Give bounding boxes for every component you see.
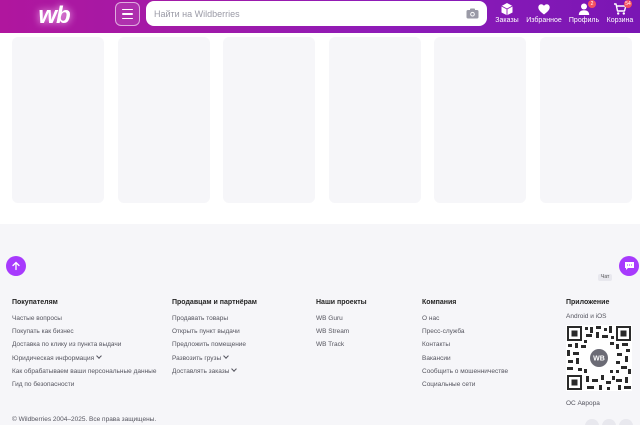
- chat-tooltip: Чат: [598, 274, 613, 281]
- arrow-up-icon: [12, 261, 20, 271]
- camera-icon[interactable]: [466, 8, 479, 19]
- footer-heading: Покупателям: [12, 299, 58, 306]
- footer-column-buyers: Покупателям Частые вопросы Покупать как …: [12, 299, 156, 391]
- header: wb Заказы Избранное 2: [0, 0, 640, 33]
- footer-heading: Приложение: [566, 299, 610, 306]
- footer-link[interactable]: Вакансии: [422, 352, 508, 365]
- footer-link-label: Развозить грузы: [172, 354, 222, 362]
- menu-line: [122, 8, 133, 11]
- orders-label: Заказы: [495, 17, 519, 24]
- product-card-skeleton[interactable]: [223, 37, 315, 203]
- footer-link[interactable]: Предложить помещение: [172, 338, 257, 351]
- profile-badge: 2: [588, 0, 596, 8]
- wb-logo[interactable]: wb: [14, 1, 94, 31]
- cart-button[interactable]: 54 Корзина: [602, 0, 638, 30]
- favorites-button[interactable]: Избранное: [526, 2, 562, 30]
- footer-dropdown-link[interactable]: Развозить грузы: [172, 352, 257, 365]
- footer-column-company: Компания О нас Пресс-служба Контакты Вак…: [422, 299, 508, 391]
- profile-label: Профиль: [568, 17, 600, 24]
- chat-icon: [624, 262, 634, 270]
- heart-icon: [538, 4, 550, 15]
- product-card-skeleton[interactable]: [540, 37, 632, 203]
- cart-label: Корзина: [606, 17, 634, 24]
- profile-icon-wrap: 2: [577, 0, 596, 16]
- cart-badge: 54: [624, 0, 632, 8]
- chevron-down-icon: [223, 352, 230, 359]
- footer-link-label: Юридическая информация: [12, 354, 95, 362]
- footer-link[interactable]: Продавать товары: [172, 312, 257, 325]
- footer-link[interactable]: Покупать как бизнес: [12, 325, 156, 338]
- search-bar: [146, 1, 487, 26]
- favorites-label: Избранное: [526, 17, 562, 24]
- footer-link[interactable]: Гид по безопасности: [12, 378, 156, 391]
- search-input[interactable]: [154, 8, 466, 19]
- chevron-down-icon: [96, 352, 103, 359]
- profile-button[interactable]: 2 Профиль: [566, 0, 602, 30]
- footer-column-sellers: Продавцам и партнёрам Продавать товары О…: [172, 299, 257, 378]
- footer-heading: Наши проекты: [316, 299, 367, 306]
- footer-link[interactable]: Частые вопросы: [12, 312, 156, 325]
- footer-link[interactable]: WB Stream: [316, 325, 367, 338]
- menu-line: [122, 13, 133, 15]
- copyright-text: © Wildberries 2004–2025. Все права защищ…: [12, 416, 157, 423]
- product-card-skeleton[interactable]: [118, 37, 210, 203]
- footer-link[interactable]: Открыть пункт выдачи: [172, 325, 257, 338]
- menu-line: [122, 17, 133, 20]
- menu-button[interactable]: [115, 2, 140, 26]
- footer-link[interactable]: Пресс-служба: [422, 325, 508, 338]
- footer-link[interactable]: WB Track: [316, 338, 367, 351]
- social-icon[interactable]: [585, 419, 599, 425]
- orders-button[interactable]: Заказы: [489, 2, 525, 30]
- chat-button[interactable]: [619, 256, 639, 276]
- qr-code[interactable]: WB: [566, 325, 632, 391]
- aurora-os-link[interactable]: ОС Аврора: [566, 400, 600, 407]
- app-platforms-link[interactable]: Android и iOS: [566, 313, 606, 320]
- box-icon: [501, 3, 513, 16]
- footer-heading: Продавцам и партнёрам: [172, 299, 257, 306]
- scroll-to-top-button[interactable]: [6, 256, 26, 276]
- footer-link-label: Доставлять заказы: [172, 367, 230, 375]
- footer-heading: Компания: [422, 299, 457, 306]
- product-grid: [0, 33, 640, 224]
- footer-dropdown-link[interactable]: Доставлять заказы: [172, 365, 257, 378]
- footer-link[interactable]: Сообщить о мошенничестве: [422, 365, 508, 378]
- footer-column-app: Приложение: [566, 299, 609, 312]
- product-card-skeleton[interactable]: [434, 37, 526, 203]
- product-card-skeleton[interactable]: [329, 37, 421, 203]
- footer-link[interactable]: О нас: [422, 312, 508, 325]
- qr-logo-text: WB: [593, 356, 605, 363]
- footer-link[interactable]: Доставка по клику из пункта выдачи: [12, 338, 156, 351]
- footer-link[interactable]: Контакты: [422, 338, 508, 351]
- chevron-down-icon: [231, 365, 238, 372]
- footer-link[interactable]: Как обрабатываем ваши персональные данны…: [12, 365, 156, 378]
- product-card-skeleton[interactable]: [12, 37, 104, 203]
- cart-icon-wrap: 54: [613, 0, 632, 16]
- footer-link[interactable]: WB Guru: [316, 312, 367, 325]
- footer-column-projects: Наши проекты WB Guru WB Stream WB Track: [316, 299, 367, 352]
- footer-link[interactable]: Социальные сети: [422, 378, 508, 391]
- social-icon[interactable]: [602, 419, 616, 425]
- social-icon[interactable]: [619, 419, 633, 425]
- footer-dropdown-link[interactable]: Юридическая информация: [12, 352, 156, 365]
